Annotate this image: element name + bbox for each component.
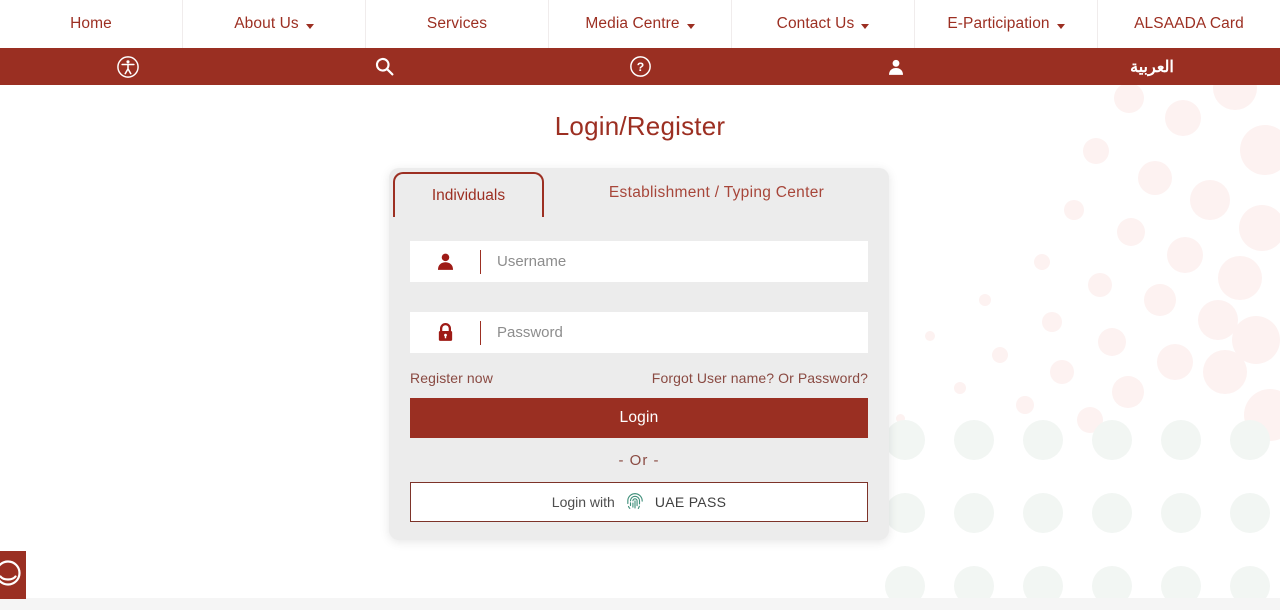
- nav-item-label: Home: [70, 15, 112, 32]
- nav-item-e-participation[interactable]: E-Participation: [915, 0, 1098, 48]
- forgot-credentials-link[interactable]: Forgot User name? Or Password?: [652, 370, 868, 386]
- nav-item-label: Contact Us: [776, 15, 855, 32]
- user-icon: [410, 249, 481, 274]
- nav-item-label: Media Centre: [585, 15, 680, 32]
- nav-item-label: ALSAADA Card: [1134, 15, 1244, 32]
- nav-item-label: About Us: [234, 15, 299, 32]
- register-now-link[interactable]: Register now: [410, 370, 493, 386]
- utility-help-button[interactable]: ?: [512, 48, 768, 85]
- nav-item-alsaada-card[interactable]: ALSAADA Card: [1098, 0, 1280, 48]
- lock-icon: [410, 320, 481, 345]
- main-navigation: Home About Us Services Media Centre Cont…: [0, 0, 1280, 48]
- nav-item-label: E-Participation: [947, 15, 1050, 32]
- chevron-down-icon: [686, 23, 695, 29]
- login-card: Individuals Establishment / Typing Cente…: [389, 168, 889, 540]
- password-input[interactable]: [481, 312, 868, 353]
- login-button[interactable]: Login: [410, 398, 868, 438]
- uaepass-name-label: UAE PASS: [654, 494, 727, 510]
- accessibility-toggle-icon: [0, 558, 23, 593]
- username-input[interactable]: [481, 241, 868, 282]
- nav-item-label: Services: [426, 15, 488, 32]
- login-form: Register now Forgot User name? Or Passwo…: [389, 215, 889, 522]
- utility-bar: ? العربية: [0, 48, 1280, 85]
- username-field-wrapper: [410, 241, 868, 282]
- nav-item-media-centre[interactable]: Media Centre: [549, 0, 732, 48]
- form-links: Register now Forgot User name? Or Passwo…: [410, 370, 868, 386]
- nav-item-about-us[interactable]: About Us: [183, 0, 366, 48]
- svg-text:?: ?: [636, 60, 643, 74]
- chevron-down-icon: [305, 23, 314, 29]
- nav-item-contact-us[interactable]: Contact Us: [732, 0, 915, 48]
- accessibility-widget-toggle[interactable]: [0, 551, 26, 599]
- utility-search-button[interactable]: [256, 48, 512, 85]
- chevron-down-icon: [1056, 23, 1065, 29]
- tab-individuals[interactable]: Individuals: [393, 172, 544, 217]
- fingerprint-icon: [625, 491, 645, 514]
- page-bottom-strip: [0, 598, 1280, 610]
- or-divider: - Or -: [618, 452, 660, 469]
- chevron-down-icon: [861, 23, 870, 29]
- tab-label: Individuals: [431, 186, 506, 204]
- user-icon: [886, 57, 906, 77]
- nav-item-home[interactable]: Home: [0, 0, 183, 48]
- utility-accessibility-button[interactable]: [0, 48, 256, 85]
- tab-establishment-typing-center[interactable]: Establishment / Typing Center: [544, 170, 889, 215]
- help-icon: ?: [629, 56, 651, 77]
- tab-label: Establishment / Typing Center: [608, 183, 825, 201]
- utility-language-button[interactable]: العربية: [1024, 48, 1280, 85]
- page-title: Login/Register: [554, 111, 726, 141]
- nav-item-services[interactable]: Services: [366, 0, 549, 48]
- uaepass-login-button[interactable]: Login with UAE PASS: [410, 482, 868, 522]
- password-field-wrapper: [410, 312, 868, 353]
- accessibility-icon: [117, 55, 139, 78]
- utility-user-button[interactable]: [768, 48, 1024, 85]
- language-label: العربية: [1130, 58, 1174, 76]
- tab-list: Individuals Establishment / Typing Cente…: [389, 168, 889, 217]
- uaepass-prefix-label: Login with: [551, 494, 615, 510]
- search-icon: [374, 56, 395, 77]
